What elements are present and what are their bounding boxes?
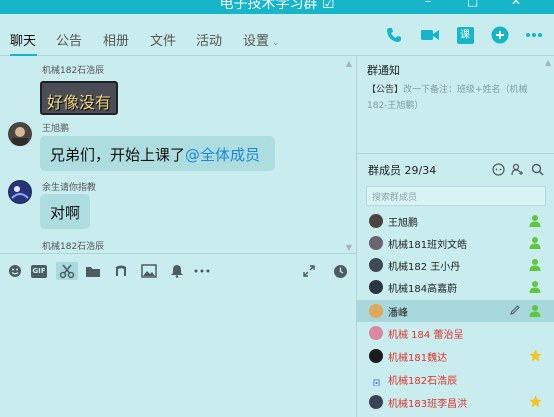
chat-message-area[interactable]: ▲ 机械182石浩辰 好像没有 王旭鹏 兄弟们，开始上课了@全体成员 余生请你指… — [0, 57, 356, 253]
add-member-icon[interactable] — [510, 162, 524, 176]
star-icon — [528, 394, 542, 408]
member-online-icon — [528, 257, 542, 271]
notice-title: 群通知 — [367, 64, 400, 77]
expand-icon[interactable] — [300, 262, 318, 280]
member-name: 机械181魏达 — [388, 353, 448, 364]
history-clock-icon[interactable] — [331, 262, 349, 280]
member-row[interactable]: 机械183班李昌洪 — [357, 391, 554, 413]
tab-album[interactable]: 相册 — [103, 30, 129, 49]
member-row[interactable]: 潘峰 — [357, 300, 554, 322]
image-icon[interactable] — [140, 262, 158, 280]
avatar — [369, 214, 383, 228]
notice-scroll-up-icon[interactable]: ▲ — [545, 58, 551, 67]
member-online-icon — [528, 303, 542, 317]
member-name: 机械182石浩辰 — [388, 376, 458, 387]
member-row[interactable]: 机械184高嘉蔚 — [357, 276, 554, 298]
avatar — [369, 349, 383, 363]
member-row[interactable]: 王旭鹏 — [357, 210, 554, 232]
folder-icon[interactable] — [84, 262, 102, 280]
input-toolbar: GIF — [0, 253, 356, 287]
screenshot-scissors-icon[interactable] — [56, 262, 78, 280]
notice-tag: 【公告】 — [367, 85, 404, 95]
member-row[interactable]: 机械182 王小丹 — [357, 254, 554, 276]
mention-all-link[interactable]: @全体成员 — [185, 146, 260, 164]
avatar — [369, 258, 383, 272]
edit-icon[interactable] — [508, 303, 522, 317]
group-notice-panel: 群通知 【公告】改一下备注：班级+姓名（机械182-王旭鹏） — [357, 56, 554, 154]
member-name: 机械 184 蕾治呈 — [388, 330, 464, 341]
search-icon[interactable] — [530, 162, 544, 176]
message-input[interactable] — [0, 287, 356, 417]
member-row[interactable]: 机械 184 蕾治呈 — [357, 322, 554, 344]
avatar — [369, 236, 383, 250]
message-text: 对啊 — [50, 204, 81, 222]
more-icon[interactable] — [524, 25, 544, 45]
message-sender: 余生请你指教 — [42, 183, 97, 193]
title-bar: 电子技术学习群 ☑ – □ ✕ — [0, 0, 554, 14]
more-dots-icon[interactable] — [193, 262, 211, 280]
member-name: 王旭鹏 — [388, 218, 418, 229]
gif-icon[interactable]: GIF — [30, 262, 48, 280]
tab-settings-label: 设置 — [243, 34, 270, 49]
emoji-icon[interactable] — [6, 262, 24, 280]
member-name: 机械184高嘉蔚 — [388, 284, 458, 295]
tab-settings[interactable]: 设置 ⌄ — [243, 30, 280, 49]
avatar — [369, 326, 383, 340]
avatar — [369, 395, 383, 409]
member-search-placeholder: 搜索群成员 — [372, 193, 418, 203]
member-row[interactable]: 机械181班刘文皓 — [357, 232, 554, 254]
member-online-icon — [528, 235, 542, 249]
tab-bar: 聊天 公告 相册 文件 活动 设置 ⌄ 课 — [0, 14, 554, 56]
message-sender: 机械182石浩辰 — [42, 242, 105, 252]
message-sender: 王旭鹏 — [42, 124, 70, 134]
member-name: 机械181班刘文皓 — [388, 240, 468, 251]
tab-announcement[interactable]: 公告 — [56, 30, 82, 49]
sticker-text: 好像没有 — [46, 93, 111, 112]
avatar[interactable] — [8, 122, 32, 146]
phone-icon[interactable] — [384, 25, 404, 45]
member-search-input[interactable]: 搜索群成员 — [366, 186, 546, 206]
avatar — [369, 280, 383, 294]
message-bubble[interactable]: 对啊 — [40, 194, 90, 229]
tab-activities[interactable]: 活动 — [196, 30, 222, 49]
tab-files[interactable]: 文件 — [150, 30, 176, 49]
minimize-icon[interactable]: – — [425, 0, 431, 8]
tab-chat[interactable]: 聊天 — [10, 30, 36, 49]
notice-text[interactable]: 【公告】改一下备注：班级+姓名（机械182-王旭鹏） — [367, 82, 547, 114]
member-row[interactable]: 机械182石浩辰 — [357, 368, 554, 390]
member-name: 潘峰 — [388, 308, 408, 319]
avatar — [369, 372, 383, 386]
member-name: 机械183班李昌洪 — [388, 399, 468, 410]
member-name: 机械182 王小丹 — [388, 262, 461, 273]
scroll-up-arrow-icon[interactable]: ▲ — [346, 59, 352, 68]
avatar[interactable] — [8, 180, 32, 204]
chevron-down-icon: ⌄ — [272, 38, 280, 48]
avatar — [369, 304, 383, 318]
star-icon — [528, 348, 542, 362]
class-icon[interactable]: 课 — [455, 25, 475, 45]
member-online-icon — [528, 213, 542, 227]
video-call-icon[interactable] — [420, 25, 440, 45]
active-tab-indicator — [10, 54, 37, 56]
sticker-image[interactable]: 好像没有 — [40, 81, 118, 115]
members-header: 群成员 29/34 — [368, 164, 437, 177]
maximize-icon[interactable]: □ — [467, 0, 478, 8]
add-icon[interactable] — [490, 25, 510, 45]
member-row[interactable]: 机械181魏达 — [357, 345, 554, 367]
music-icon[interactable] — [112, 262, 130, 280]
group-chat-icon[interactable] — [491, 162, 505, 176]
message-bubble[interactable]: 兄弟们，开始上课了@全体成员 — [40, 136, 275, 171]
message-text: 兄弟们，开始上课了 — [50, 146, 186, 164]
member-online-icon — [528, 279, 542, 293]
close-icon[interactable]: ✕ — [511, 0, 521, 8]
bell-icon[interactable] — [168, 262, 186, 280]
scroll-down-arrow-icon[interactable]: ▼ — [346, 243, 352, 252]
message-sender: 机械182石浩辰 — [42, 66, 105, 76]
